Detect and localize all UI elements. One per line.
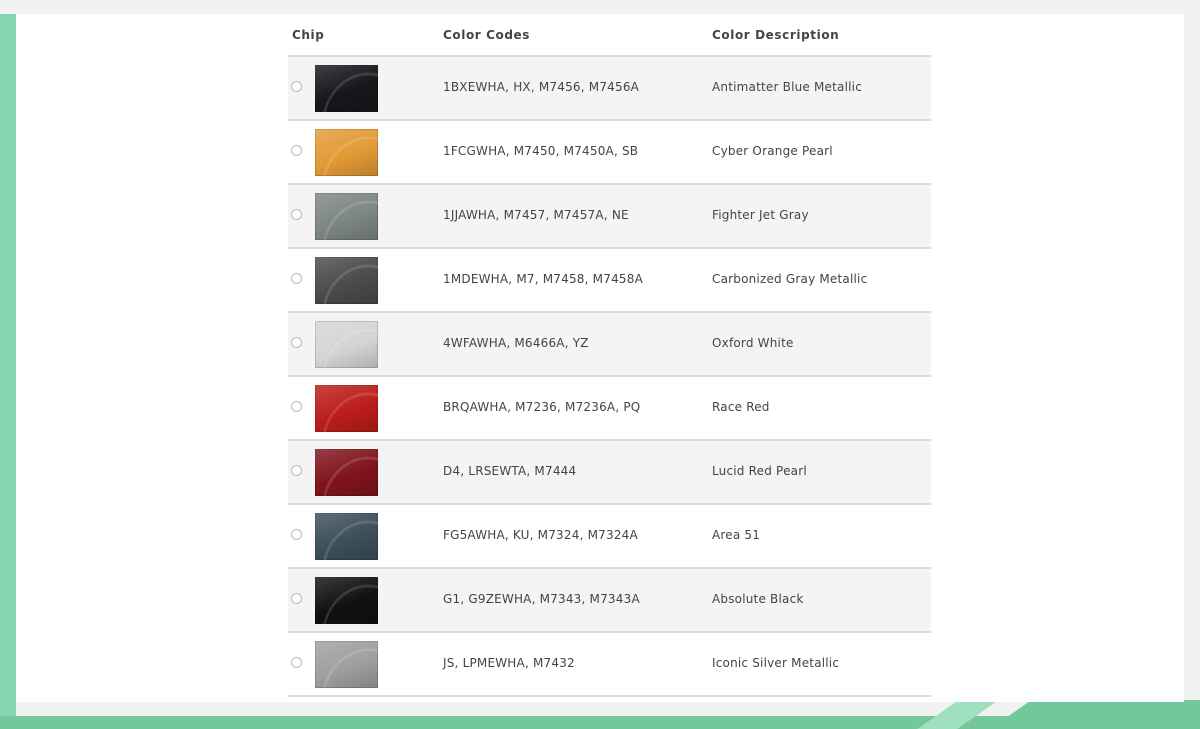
header-color-description: Color Description (712, 28, 840, 42)
color-codes-cell: JS, LPMEWHA, M7432 (443, 656, 575, 670)
color-chip-swatch (315, 385, 378, 432)
color-description-cell: Carbonized Gray Metallic (712, 272, 868, 286)
color-chip-swatch (315, 65, 378, 112)
content-card: Chip Color Codes Color Description 1BXEW… (16, 14, 1184, 702)
select-radio[interactable] (291, 81, 302, 92)
color-description-cell: Race Red (712, 400, 770, 414)
select-radio[interactable] (291, 145, 302, 156)
color-codes-cell: G1, G9ZEWHA, M7343, M7343A (443, 592, 640, 606)
select-radio[interactable] (291, 529, 302, 540)
color-chip-swatch (315, 513, 378, 560)
color-chip-swatch (315, 129, 378, 176)
table-row[interactable]: JS, LPMEWHA, M7432 Iconic Silver Metallic (288, 633, 931, 697)
select-radio[interactable] (291, 337, 302, 348)
table-row[interactable]: 1MDEWHA, M7, M7458, M7458A Carbonized Gra… (288, 249, 931, 313)
color-codes-cell: 1FCGWHA, M7450, M7450A, SB (443, 144, 639, 158)
header-color-codes: Color Codes (443, 28, 531, 42)
table-row[interactable]: BRQAWHA, M7236, M7236A, PQ Race Red (288, 377, 931, 441)
select-radio[interactable] (291, 593, 302, 604)
color-description-cell: Absolute Black (712, 592, 804, 606)
color-chip-swatch (315, 577, 378, 624)
color-chip-swatch (315, 449, 378, 496)
color-chip-swatch (315, 193, 378, 240)
table-row[interactable]: 4WFAWHA, M6466A, YZ Oxford White (288, 313, 931, 377)
table-body: 1BXEWHA, HX, M7456, M7456A Antimatter Blu… (288, 57, 931, 697)
header-chip: Chip (292, 28, 325, 42)
table-row[interactable]: 1JJAWHA, M7457, M7457A, NE Fighter Jet Gr… (288, 185, 931, 249)
color-description-cell: Iconic Silver Metallic (712, 656, 840, 670)
table-row[interactable]: G1, G9ZEWHA, M7343, M7343A Absolute Black (288, 569, 931, 633)
color-description-cell: Area 51 (712, 528, 761, 542)
select-radio[interactable] (291, 273, 302, 284)
color-chip-swatch (315, 641, 378, 688)
color-chip-table: Chip Color Codes Color Description 1BXEW… (288, 14, 931, 697)
color-codes-cell: 4WFAWHA, M6466A, YZ (443, 336, 589, 350)
color-description-cell: Antimatter Blue Metallic (712, 80, 863, 94)
color-codes-cell: D4, LRSEWTA, M7444 (443, 464, 577, 478)
select-radio[interactable] (291, 657, 302, 668)
color-codes-cell: 1JJAWHA, M7457, M7457A, NE (443, 208, 629, 222)
select-radio[interactable] (291, 401, 302, 412)
decorative-stripe (990, 700, 1200, 729)
table-row[interactable]: D4, LRSEWTA, M7444 Lucid Red Pearl (288, 441, 931, 505)
table-row[interactable]: FG5AWHA, KU, M7324, M7324A Area 51 (288, 505, 931, 569)
color-description-cell: Cyber Orange Pearl (712, 144, 833, 158)
color-codes-cell: FG5AWHA, KU, M7324, M7324A (443, 528, 638, 542)
table-row[interactable]: 1BXEWHA, HX, M7456, M7456A Antimatter Blu… (288, 57, 931, 121)
decorative-frame-left (0, 14, 16, 729)
color-description-cell: Fighter Jet Gray (712, 208, 809, 222)
color-chip-swatch (315, 257, 378, 304)
color-description-cell: Lucid Red Pearl (712, 464, 807, 478)
color-description-cell: Oxford White (712, 336, 794, 350)
color-codes-cell: BRQAWHA, M7236, M7236A, PQ (443, 400, 641, 414)
table-header: Chip Color Codes Color Description (288, 14, 931, 57)
select-radio[interactable] (291, 209, 302, 220)
table-row[interactable]: 1FCGWHA, M7450, M7450A, SB Cyber Orange P… (288, 121, 931, 185)
color-codes-cell: 1MDEWHA, M7, M7458, M7458A (443, 272, 643, 286)
color-codes-cell: 1BXEWHA, HX, M7456, M7456A (443, 80, 640, 94)
color-chip-swatch (315, 321, 378, 368)
select-radio[interactable] (291, 465, 302, 476)
